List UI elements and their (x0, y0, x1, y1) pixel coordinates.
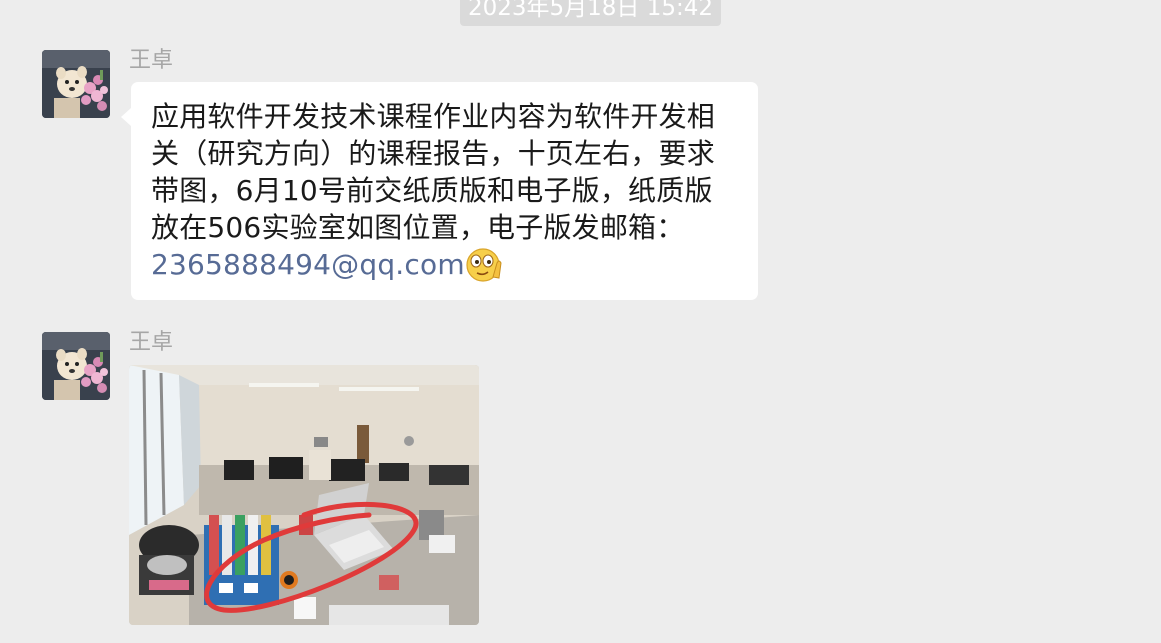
avatar[interactable] (42, 50, 110, 118)
email-link[interactable]: 2365888494@qq.com (151, 248, 465, 281)
message-body: 应用软件开发技术课程作业内容为软件开发相关（研究方向）的课程报告，十页左右，要求… (151, 100, 716, 244)
avatar-image (42, 332, 110, 400)
message-text: 应用软件开发技术课程作业内容为软件开发相关（研究方向）的课程报告，十页左右，要求… (151, 98, 740, 292)
smirk-face-icon (466, 247, 502, 292)
sender-name: 王卓 (129, 48, 174, 73)
avatar-image (42, 50, 110, 118)
sender-name: 王卓 (129, 330, 174, 355)
image-message[interactable] (129, 365, 479, 625)
message-bubble[interactable]: 应用软件开发技术课程作业内容为软件开发相关（研究方向）的课程报告，十页左右，要求… (121, 82, 758, 300)
timestamp-badge: 2023年5月18日 15:42 (460, 0, 722, 26)
lab-photo (129, 365, 479, 625)
avatar[interactable] (42, 332, 110, 400)
